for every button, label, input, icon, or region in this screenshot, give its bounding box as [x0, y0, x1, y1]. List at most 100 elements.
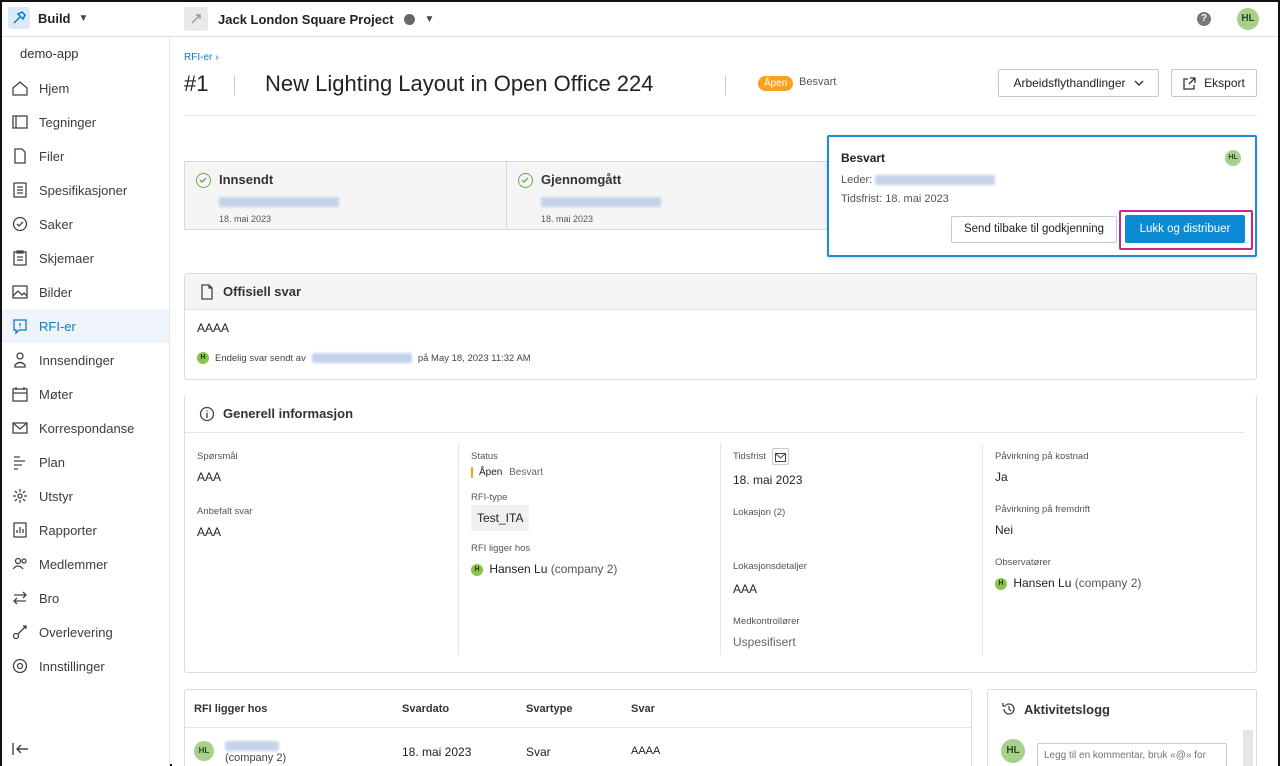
sidebar-item-tegninger[interactable]: Tegninger — [2, 105, 169, 139]
form-icon — [10, 248, 30, 268]
sidebar: demo-app Hjem Tegninger Filer Spesifikasjon… — [2, 37, 170, 766]
watcher-name: Hansen Lu — [1013, 576, 1072, 590]
answer-card-title: Besvart — [841, 151, 886, 165]
info-icon — [199, 406, 215, 421]
divider — [185, 727, 971, 728]
workflow-actions-button[interactable]: Arbeidsflythandlinger — [998, 69, 1159, 97]
header-divider — [184, 115, 1257, 116]
sidebar-item-label: Overlevering — [39, 624, 113, 640]
project-selector[interactable]: Jack London Square Project ▼ — [184, 7, 434, 31]
sidebar-item-saker[interactable]: Saker — [2, 207, 169, 241]
breadcrumb[interactable]: RFI-er › — [184, 52, 218, 63]
chevron-down-icon: ▼ — [424, 13, 435, 25]
sidebar-item-filer[interactable]: Filer — [2, 139, 169, 173]
app-switcher[interactable]: Build ▼ — [8, 7, 88, 29]
export-label: Eksport — [1204, 76, 1245, 90]
top-bar: Build ▼ Jack London Square Project ▼ ? H… — [2, 2, 1278, 37]
sidebar-item-spesifikasjoner[interactable]: Spesifikasjoner — [2, 173, 169, 207]
responses-table: RFI ligger hos Svardato Svartype Svar HL… — [184, 689, 972, 766]
breadcrumb-rfi[interactable]: RFI-er — [184, 52, 212, 63]
close-and-distribute-button[interactable]: Lukk og distribuer — [1125, 215, 1245, 243]
scrollbar[interactable] — [1243, 730, 1253, 766]
workflow-steps: Innsendt 18. mai 2023 Gjennomgått 18. ma… — [184, 161, 830, 230]
row-date: 18. mai 2023 — [402, 745, 472, 759]
sidebar-item-rapporter[interactable]: Rapporter — [2, 513, 169, 547]
step-title: Innsendt — [219, 172, 274, 187]
sidebar-item-skjemaer[interactable]: Skjemaer — [2, 241, 169, 275]
history-icon — [1002, 703, 1015, 715]
sidebar-item-label: Saker — [39, 216, 73, 232]
question-label: Spørsmål — [197, 451, 238, 462]
export-button[interactable]: Eksport — [1171, 69, 1257, 97]
comment-input[interactable] — [1037, 743, 1227, 766]
sidebar-item-korrespondanse[interactable]: Korrespondanse — [2, 411, 169, 445]
schedule-impact-label: Påvirkning på fremdrift — [995, 504, 1091, 515]
answered-step-card: Besvart HL Leder: Tidsfrist: 18. mai 202… — [827, 135, 1257, 257]
sidebar-item-label: Korrespondanse — [39, 420, 135, 436]
due-label: Tidsfrist — [733, 451, 766, 462]
help-icon[interactable]: ? — [1197, 12, 1211, 26]
sidebar-item-overlevering[interactable]: Overlevering — [2, 615, 169, 649]
footer-suffix: på May 18, 2023 11:32 AM — [417, 352, 531, 364]
divider — [234, 75, 235, 95]
suggested-answer-value: AAA — [197, 525, 222, 539]
main-content: RFI-er › #1 New Lighting Layout in Open … — [172, 37, 1278, 766]
user-avatar[interactable]: HL — [1237, 8, 1259, 30]
project-name: Jack London Square Project — [218, 11, 394, 27]
sidebar-item-medlemmer[interactable]: Medlemmer — [2, 547, 169, 581]
step-date: 18. mai 2023 — [219, 214, 272, 224]
status-label: Status — [471, 451, 498, 462]
avatar: HL — [194, 741, 214, 761]
official-answer-title: Offisiell svar — [223, 284, 302, 299]
redacted-name — [219, 193, 506, 211]
row-company: (company 2) — [225, 752, 287, 764]
sidebar-item-utstyr[interactable]: Utstyr — [2, 479, 169, 513]
sidebar-item-label: Filer — [39, 148, 65, 164]
email-reminder-icon[interactable] — [771, 448, 789, 465]
official-answer-footer: H Endelig svar sendt av på May 18, 2023 … — [197, 352, 531, 364]
submittal-icon — [10, 350, 30, 370]
watcher-company: (company 2) — [1074, 576, 1142, 590]
step-date: 18. mai 2023 — [541, 214, 594, 224]
sidebar-item-hjem[interactable]: Hjem — [2, 71, 169, 105]
co-reviewers-value: Uspesifisert — [733, 635, 796, 649]
avatar: H — [197, 352, 209, 364]
page-title: New Lighting Layout in Open Office 224 — [265, 71, 654, 96]
photo-icon — [10, 282, 30, 302]
document-icon — [201, 283, 213, 300]
divider — [458, 443, 459, 655]
due-label-row: Tidsfrist — [733, 448, 807, 465]
sidebar-item-label: Spesifikasjoner — [39, 182, 128, 198]
sidebar-item-bilder[interactable]: Bilder — [2, 275, 169, 309]
check-circle-icon — [518, 173, 533, 188]
chevron-down-icon: ▼ — [78, 12, 89, 24]
status-sub: Besvart — [509, 467, 544, 478]
sidebar-item-bro[interactable]: Bro — [2, 581, 169, 615]
sidebar-item-innstillinger[interactable]: Innstillinger — [2, 649, 169, 683]
official-answer-header: Offisiell svar — [185, 274, 1256, 310]
handover-icon — [10, 622, 30, 642]
sidebar-item-label: Tegninger — [39, 114, 97, 130]
row-answer: AAAA — [631, 745, 661, 757]
globe-icon — [403, 13, 415, 25]
sidebar-item-label: Møter — [39, 386, 73, 402]
rfi-type-chip: Test_ITA — [471, 505, 530, 531]
step-reviewed: Gjennomgått 18. mai 2023 — [507, 162, 829, 229]
hammer-icon — [8, 7, 30, 29]
step-submitted: Innsendt 18. mai 2023 — [185, 162, 507, 229]
chevron-down-icon — [1134, 80, 1144, 86]
sidebar-item-innsendinger[interactable]: Innsendinger — [2, 343, 169, 377]
info-col-1: Spørsmål AAA Anbefalt svar AAA — [197, 443, 252, 539]
sidebar-item-plan[interactable]: Plan — [2, 445, 169, 479]
sidebar-item-label: Utstyr — [39, 488, 73, 504]
activity-log-title: Aktivitetslogg — [1024, 701, 1110, 717]
rfi-number: #1 — [184, 71, 209, 96]
answer-card-due: Tidsfrist: 18. mai 2023 — [841, 193, 949, 205]
sidebar-item-møter[interactable]: Møter — [2, 377, 169, 411]
collapse-sidebar-icon[interactable] — [12, 742, 30, 756]
send-back-for-approval-button[interactable]: Send tilbake til godkjenning — [951, 216, 1117, 243]
app-name: Build — [38, 10, 71, 26]
sidebar-item-label: Hjem — [39, 80, 70, 96]
sidebar-item-rfi-er[interactable]: RFI-er — [2, 309, 169, 343]
row-type: Svar — [526, 745, 551, 759]
